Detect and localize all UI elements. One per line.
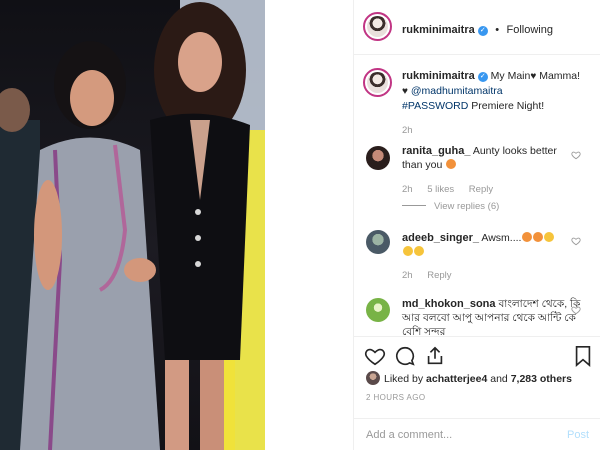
comment-2-reply-button[interactable]: Reply <box>427 270 451 281</box>
verified-badge-icon: ✓ <box>477 26 488 36</box>
heart-eyes-emoji <box>522 232 533 242</box>
heart-icon[interactable] <box>364 345 386 367</box>
smile-emoji <box>403 246 413 256</box>
comment-1-username[interactable]: ranita_guha_ <box>402 145 470 157</box>
caption-line1-tail: Mamma! <box>539 70 581 82</box>
share-icon[interactable] <box>424 345 446 367</box>
likes-summary: Liked by achatterjee4 and 7,283 others <box>366 371 596 385</box>
caption-hashtag-tail: Premiere Night! <box>468 100 545 112</box>
comment-2-time: 2h <box>402 270 413 281</box>
following-button[interactable]: Following <box>507 24 553 36</box>
replies-line <box>402 205 426 206</box>
caption-time: 2h <box>402 125 413 136</box>
heart-emoji: ♥ <box>530 71 537 82</box>
caption-mention[interactable]: @madhumitamaitra <box>411 85 503 97</box>
commenter-avatar[interactable] <box>366 298 390 322</box>
caption-line1: My Main <box>490 70 531 82</box>
caption-text: rukminimaitra ✓ My Main♥ Mamma! ♥ @madhum… <box>402 69 592 113</box>
author-username[interactable]: rukminimaitra <box>402 24 475 36</box>
comment-2-text: adeeb_singer_ Awsm.... <box>402 231 582 259</box>
liker-username[interactable]: achatterjee4 <box>426 373 487 385</box>
add-comment-input[interactable]: Add a comment... <box>366 429 452 441</box>
likes-middle: and <box>487 373 511 385</box>
bookmark-icon[interactable] <box>573 345 593 367</box>
caption-username[interactable]: rukminimaitra <box>402 70 475 82</box>
comment-2-meta: 2h Reply <box>402 270 452 281</box>
comment-icon[interactable] <box>394 345 416 367</box>
view-replies-label: View replies (6) <box>434 201 500 212</box>
comments-list: rukminimaitra ✓ My Main♥ Mamma! ♥ @madhum… <box>354 55 600 335</box>
heart-emoji: ♥ <box>402 86 408 97</box>
comment-like-heart-icon[interactable] <box>571 236 581 246</box>
post-header: rukminimaitra ✓ • Following <box>354 0 600 55</box>
separator-dot: • <box>495 24 500 36</box>
gutter <box>265 0 353 450</box>
post-side-panel: rukminimaitra ✓ • Following rukminimaitra… <box>353 0 600 450</box>
comment-2-body: Awsm.... <box>481 232 522 244</box>
comment-like-heart-icon[interactable] <box>571 150 581 160</box>
commenter-avatar[interactable] <box>366 146 390 170</box>
comment-2-username[interactable]: adeeb_singer_ <box>402 232 479 244</box>
comment-1-likes[interactable]: 5 likes <box>427 184 454 195</box>
comment-1-meta: 2h 5 likes Reply <box>402 184 493 195</box>
heart-eyes-emoji <box>533 232 544 242</box>
commenter-avatar[interactable] <box>366 230 390 254</box>
liker-avatar[interactable] <box>366 371 380 385</box>
caption-avatar[interactable] <box>363 68 392 97</box>
comment-3-text: md_khokon_sona বাংলাদেশ থেকে, কি আর বলবো… <box>402 297 582 335</box>
smile-emoji <box>544 232 555 242</box>
comment-1-time: 2h <box>402 184 413 195</box>
smile-emoji <box>414 246 424 256</box>
post-comment-button[interactable]: Post <box>567 429 589 441</box>
likes-others-count[interactable]: 7,283 others <box>511 373 572 385</box>
comment-1-reply-button[interactable]: Reply <box>469 184 493 195</box>
comment-3-username[interactable]: md_khokon_sona <box>402 298 496 310</box>
post-time-ago: 2 HOURS AGO <box>366 393 426 402</box>
likes-prefix: Liked by <box>384 373 427 385</box>
post-photo-illustration <box>0 0 265 450</box>
add-comment-bar: Add a comment... Post <box>354 418 600 451</box>
comment-like-heart-icon[interactable] <box>571 305 581 315</box>
laughing-emoji <box>446 159 457 169</box>
view-replies[interactable]: View replies (6) <box>402 201 499 212</box>
caption-hashtag[interactable]: #PASSWORD <box>402 100 468 112</box>
author-avatar[interactable] <box>363 12 392 41</box>
post-photo[interactable] <box>0 0 265 450</box>
verified-badge-icon: ✓ <box>477 72 488 82</box>
comment-1-text: ranita_guha_ Aunty looks better than you <box>402 144 572 172</box>
